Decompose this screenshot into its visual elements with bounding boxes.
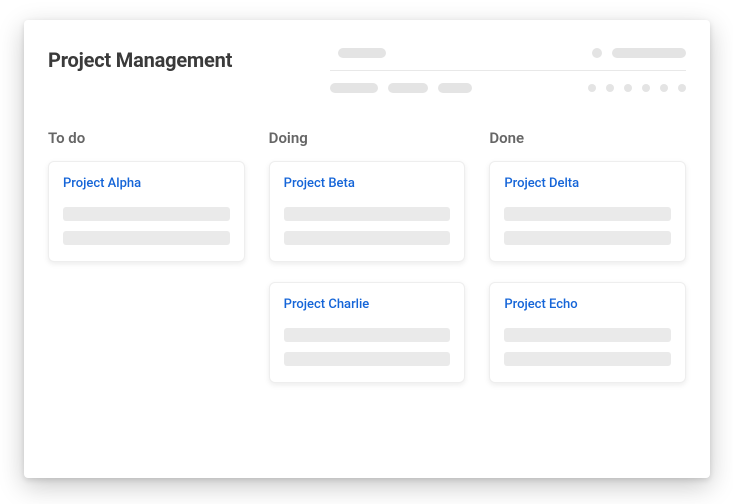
header: Project Management [48, 48, 686, 93]
column-title: Doing [269, 129, 466, 147]
skeleton-dot [678, 84, 686, 92]
project-card[interactable]: Project Echo [489, 282, 686, 383]
skeleton-dot [592, 48, 602, 58]
page-title: Project Management [48, 48, 232, 72]
skeleton-line [63, 231, 230, 245]
skeleton-line [284, 352, 451, 366]
skeleton-line [504, 207, 671, 221]
skeleton-bar [612, 48, 686, 58]
header-skeleton-bottom [330, 71, 686, 93]
card-title: Project Alpha [63, 176, 230, 191]
skeleton-dot [660, 84, 668, 92]
column-todo: To do Project Alpha [48, 129, 245, 403]
card-title: Project Delta [504, 176, 671, 191]
project-card[interactable]: Project Charlie [269, 282, 466, 383]
skeleton-dot [606, 84, 614, 92]
skeleton-line [504, 352, 671, 366]
project-card[interactable]: Project Alpha [48, 161, 245, 262]
skeleton-line [504, 328, 671, 342]
card-title: Project Charlie [284, 297, 451, 312]
skeleton-line [284, 207, 451, 221]
skeleton-dot [624, 84, 632, 92]
skeleton-line [284, 328, 451, 342]
column-doing: Doing Project Beta Project Charlie [269, 129, 466, 403]
skeleton-bar [338, 48, 386, 58]
skeleton-line [504, 231, 671, 245]
skeleton-line [63, 207, 230, 221]
project-card[interactable]: Project Beta [269, 161, 466, 262]
column-done: Done Project Delta Project Echo [489, 129, 686, 403]
column-title: To do [48, 129, 245, 147]
header-skeleton-top [330, 48, 686, 71]
column-title: Done [489, 129, 686, 147]
header-skeleton [330, 48, 686, 93]
card-title: Project Echo [504, 297, 671, 312]
skeleton-line [284, 231, 451, 245]
skeleton-bar [438, 83, 472, 93]
skeleton-bar [388, 83, 428, 93]
project-card[interactable]: Project Delta [489, 161, 686, 262]
project-panel: Project Management To do [24, 20, 710, 478]
skeleton-dot [642, 84, 650, 92]
skeleton-bar [330, 83, 378, 93]
kanban-board: To do Project Alpha Doing Project Beta P… [48, 129, 686, 403]
card-title: Project Beta [284, 176, 451, 191]
skeleton-dot [588, 84, 596, 92]
